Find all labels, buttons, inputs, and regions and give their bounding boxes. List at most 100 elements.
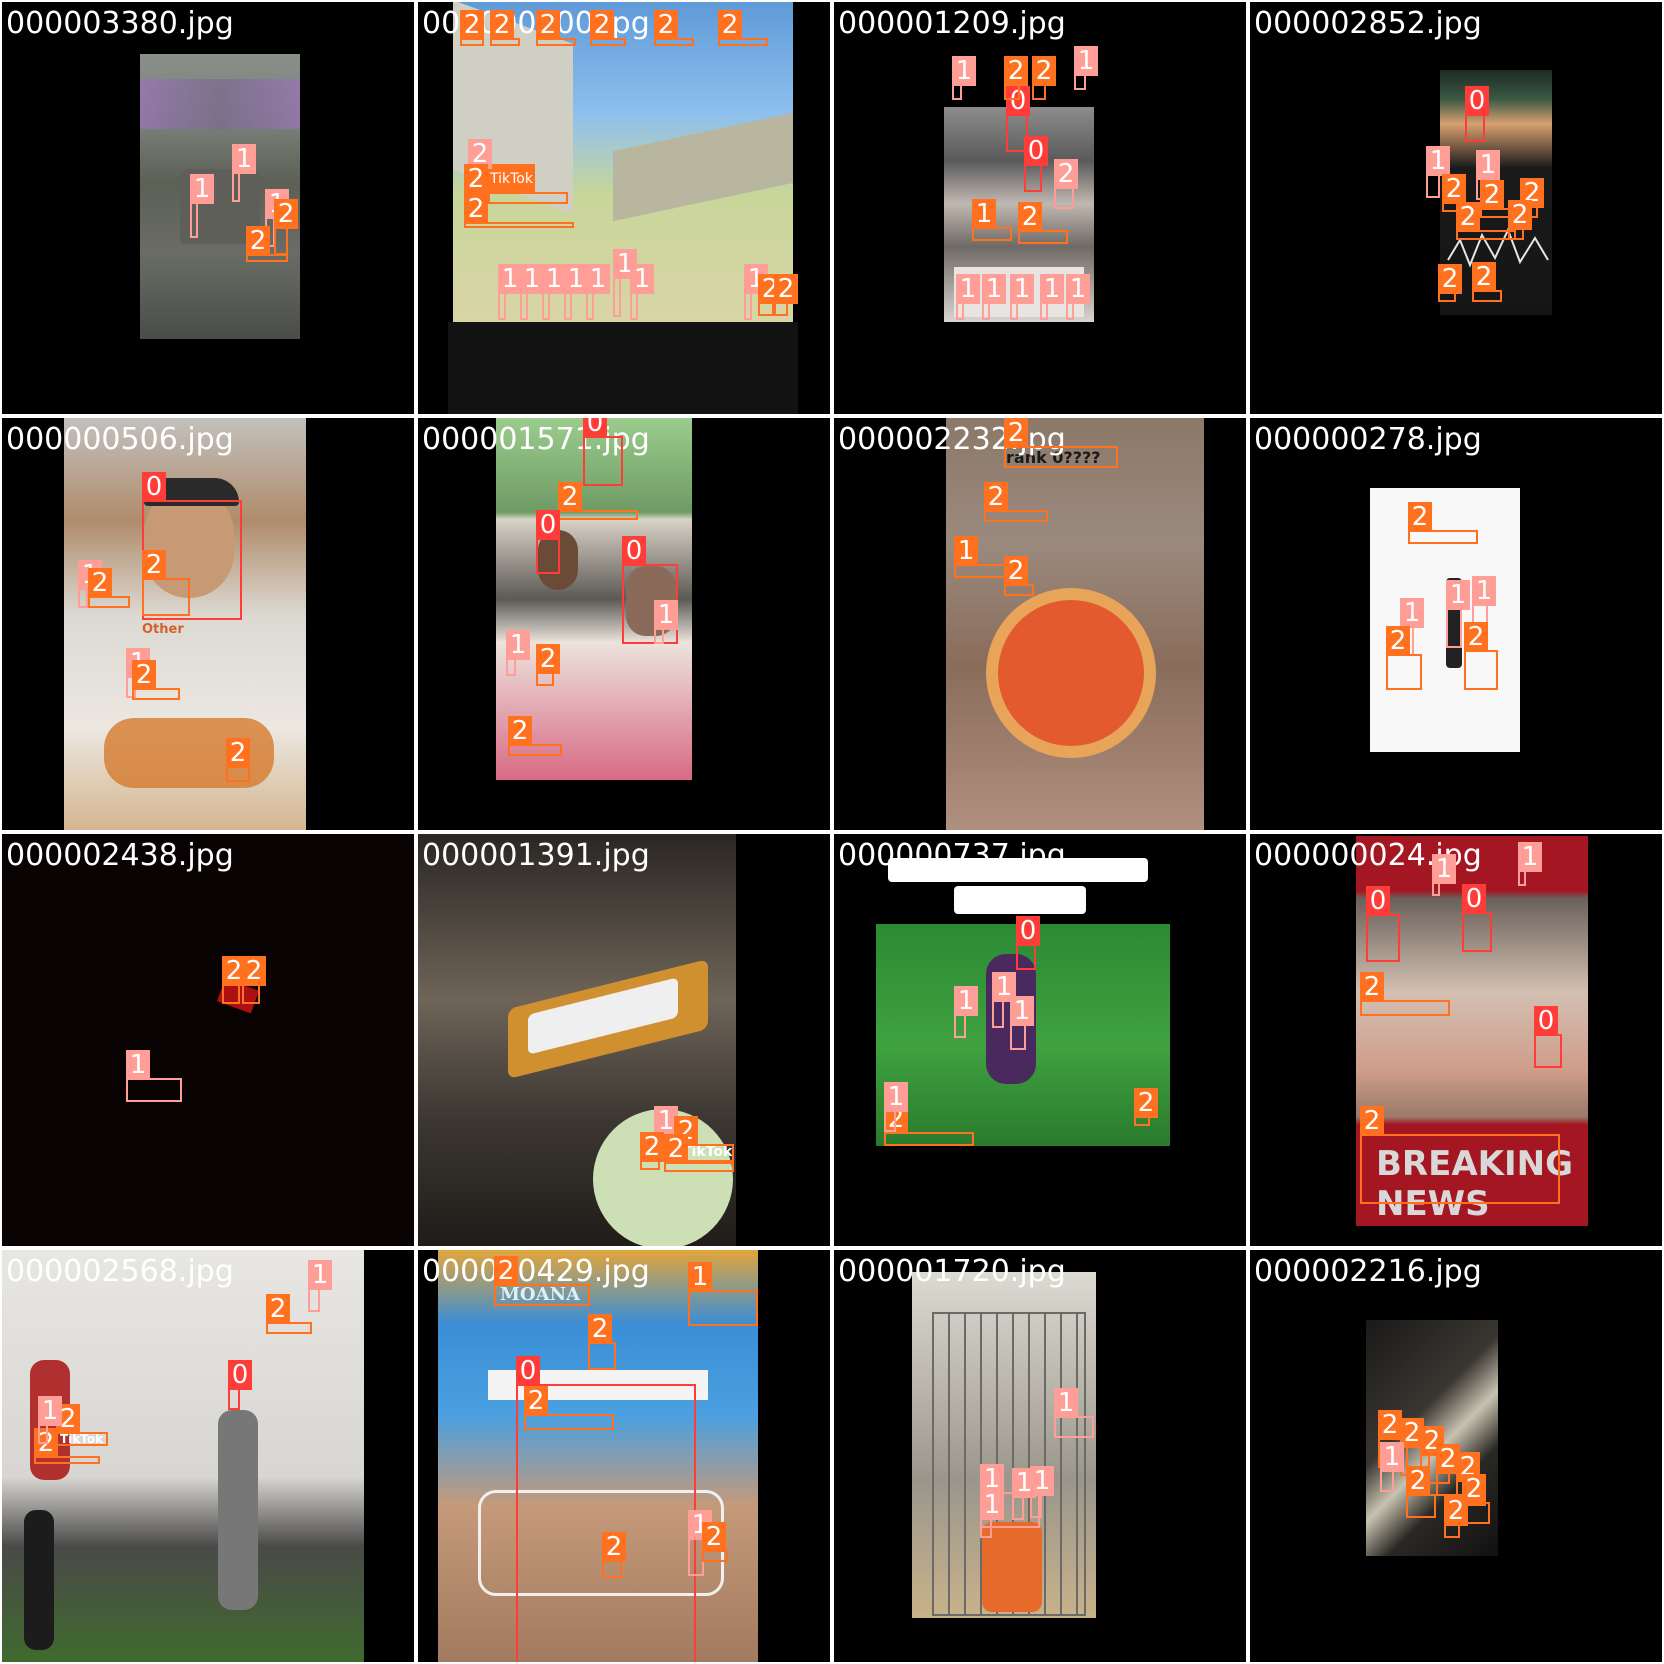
class-tag: 2 (1004, 418, 1028, 448)
tile-000000506: 000000506.jpg 0 1 2 2 1 2 2 Other (0, 416, 416, 832)
detection-box: 2 (1408, 502, 1478, 544)
detection-box: 0 (1016, 916, 1040, 970)
class-tag: 2 (1360, 1106, 1384, 1136)
detection-box: 1 (1426, 146, 1450, 198)
class-tag: 2 (1508, 200, 1532, 230)
tile-000000024: BREAKING NEWS 000000024.jpg 0 0 0 2 2 1 … (1248, 832, 1664, 1248)
class-tag: 1 (564, 264, 588, 294)
detection-box: 1 (1054, 1388, 1094, 1438)
class-tag: 1 (1010, 274, 1034, 304)
class-tag: 2 (664, 1134, 688, 1164)
class-tag: 2 (558, 482, 582, 512)
detection-box: 0 (1534, 1006, 1562, 1068)
class-tag: 1 (1432, 854, 1456, 884)
detection-box: 1 (956, 274, 980, 320)
filename-label: 000002216.jpg (1254, 1254, 1482, 1289)
class-tag: 2 (1004, 56, 1028, 86)
detection-box: 1 (520, 264, 544, 320)
class-tag: 1 (1054, 1388, 1078, 1418)
detection-box: 2 (56, 1404, 108, 1446)
class-tag: 2 (494, 1256, 518, 1286)
detection-box: 2 (1004, 556, 1034, 596)
detection-box: 1 (190, 174, 214, 238)
tile-000000737: 000000737.jpg 0 1 1 1 2 2 1 (832, 832, 1248, 1248)
class-tag: 0 (1016, 916, 1040, 946)
filename-label: 000001209.jpg (838, 6, 1066, 41)
detection-box: 1 (952, 56, 976, 100)
detection-box: 2 (494, 1256, 590, 1306)
detection-box: 2 (242, 956, 266, 1004)
photo-emoji-bar (954, 886, 1086, 914)
tile-000001391: 000001391.jpg 1 2 TikTok 2 2 (416, 832, 832, 1248)
class-tag: 2 (774, 274, 798, 304)
detection-box: 0 (228, 1360, 252, 1410)
class-tag: 2 (1360, 972, 1384, 1002)
detection-box: 2 (1360, 972, 1450, 1016)
tile-000001720: 000001720.jpg 1 1 1 1 1 (832, 1248, 1248, 1664)
class-tag: 0 (1024, 136, 1048, 166)
class-tag: 0 (622, 536, 646, 566)
detection-box: 2 (1004, 56, 1028, 100)
class-tag: 1 (982, 274, 1006, 304)
photo-product-white (1370, 488, 1520, 752)
class-tag: 1 (1426, 146, 1450, 176)
detection-box: 1 (1518, 842, 1542, 886)
class-tag: 1 (688, 1262, 712, 1292)
class-tag: 1 (1446, 580, 1470, 610)
class-tag: 0 (583, 418, 607, 438)
class-tag: 1 (972, 199, 996, 229)
detection-box: 2 (1018, 202, 1068, 244)
tile-000001209: 000001209.jpg 0 0 1 2 2 1 1 2 2 1 1 1 1 … (832, 0, 1248, 416)
detection-box: 1 (654, 600, 678, 644)
detection-box: 1 (308, 1260, 332, 1312)
class-tag: 1 (498, 264, 522, 294)
detection-box: 1 (498, 264, 522, 320)
detection-box: 1 (1446, 580, 1470, 648)
detection-box: 2 (536, 644, 560, 686)
class-tag: 2 (490, 10, 514, 40)
detection-box: 1 (613, 249, 637, 317)
detection-box: 1 (954, 536, 1010, 578)
class-tag: 1 (1010, 996, 1034, 1026)
class-tag: 2 (88, 568, 112, 598)
detection-box: 1 (1030, 1466, 1054, 1518)
class-tag: 1 (308, 1260, 332, 1290)
photo-man-cap (64, 418, 306, 830)
class-tag: 2 (536, 644, 560, 674)
detection-box: 0 (536, 510, 560, 574)
detection-box: 1 (688, 1262, 758, 1326)
detection-box: 0 (583, 418, 623, 486)
class-tag: 2 (602, 1532, 626, 1562)
class-tag: 2 (1464, 622, 1488, 652)
class-tag: 1 (954, 986, 978, 1016)
filename-label: 000002568.jpg (6, 1254, 234, 1289)
class-tag: 1 (1040, 274, 1064, 304)
class-tag: 2 (654, 10, 678, 40)
detection-box: 2 (1456, 202, 1516, 240)
class-tag: 2 (1480, 180, 1504, 210)
detection-box: 2 (536, 10, 576, 46)
filename-label: 000000278.jpg (1254, 422, 1482, 457)
class-tag: 2 (1442, 174, 1466, 204)
detection-box: 2 (654, 10, 694, 46)
class-tag: 2 (464, 194, 488, 224)
class-tag: 2 (274, 199, 298, 229)
caption-text: TikTok (488, 164, 535, 194)
detection-box: 2 (1032, 56, 1056, 100)
filename-label: 000001391.jpg (422, 838, 650, 873)
class-tag: 1 (520, 264, 544, 294)
class-tag: 2 (1134, 1088, 1158, 1118)
detection-box: 2 (132, 660, 180, 700)
class-tag: 1 (1030, 1466, 1054, 1496)
detection-box: 1 (232, 144, 256, 202)
class-tag: 1 (1400, 598, 1424, 628)
class-tag: 2 (1456, 202, 1480, 232)
detection-box: 2 (274, 199, 298, 255)
detection-box: 2 (718, 10, 768, 46)
detection-box: 0 (1024, 136, 1048, 192)
detection-box: 2 (1386, 626, 1422, 690)
filename-label: 000002438.jpg (6, 838, 234, 873)
tile-000002852: 000002852.jpg 0 1 2 1 2 2 2 2 2 2 (1248, 0, 1664, 416)
detection-box: 2 (246, 226, 288, 262)
detection-box: 0 (1366, 886, 1400, 962)
